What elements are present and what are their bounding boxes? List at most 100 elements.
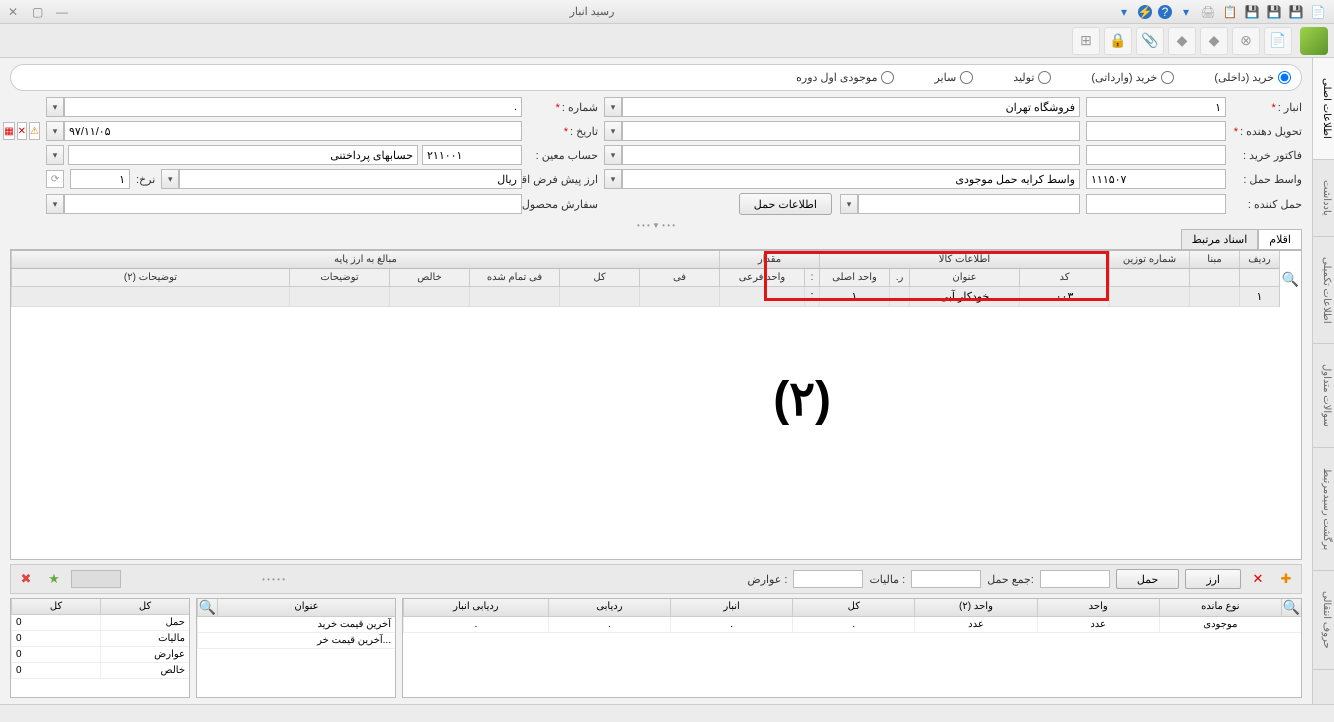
more-icon[interactable]: ▾ <box>1178 4 1194 20</box>
save-as-icon[interactable]: 💾 <box>1266 4 1282 20</box>
nerkh-refresh-icon[interactable]: ⟳ <box>46 170 64 188</box>
splitter-top[interactable]: • • • ▼ • • • <box>0 221 1312 229</box>
radio-import[interactable]: خرید (وارداتی) <box>1091 71 1174 84</box>
stock-search-icon[interactable]: 🔍 <box>1281 599 1301 616</box>
sidetab-faq[interactable]: سوالات متداول <box>1313 344 1334 448</box>
minimize-icon[interactable]: — <box>56 6 68 18</box>
stock-row[interactable]: . . . . عدد عدد موجودی <box>403 617 1301 633</box>
tool-3[interactable]: 📎 <box>1136 27 1164 55</box>
new-icon[interactable]: 📄 <box>1310 4 1326 20</box>
tool-7[interactable]: 📄 <box>1264 27 1292 55</box>
dropdown-icon[interactable]: ▾ <box>1116 4 1132 20</box>
btool-favorite-icon[interactable]: ★ <box>43 569 65 589</box>
haml-code-input[interactable] <box>1086 194 1226 214</box>
refresh-icon[interactable]: ⚡ <box>1138 5 1152 19</box>
col-tozin[interactable]: شماره توزین <box>1109 251 1189 268</box>
splitter-mid[interactable]: • • • • • <box>213 575 333 583</box>
shomare-input[interactable]: . <box>64 97 522 117</box>
radio-internal[interactable]: خرید (داخلی) <box>1214 71 1291 84</box>
app-logo <box>1300 27 1328 55</box>
col-fi-tamam[interactable]: فی تمام شده <box>469 269 559 286</box>
price-search-icon[interactable]: 🔍 <box>197 599 217 616</box>
date-warn-icon[interactable]: ⚠ <box>29 122 40 140</box>
moein-dd[interactable]: ▾ <box>46 145 64 165</box>
arz-button[interactable]: ارز <box>1185 569 1241 589</box>
tool-5[interactable]: ◆ <box>1200 27 1228 55</box>
col-tozihat2[interactable]: توضیحات (۲) <box>11 269 289 286</box>
faktor-code-input[interactable] <box>1086 145 1226 165</box>
save-all-icon[interactable]: 💾 <box>1244 4 1260 20</box>
btool-close-icon[interactable]: ✕ <box>1247 569 1269 589</box>
btool-delete-icon[interactable]: ✖ <box>15 569 37 589</box>
sidetab-return[interactable]: برگشت رسیدمرتبط <box>1313 448 1334 571</box>
tab-related-docs[interactable]: اسناد مرتبط <box>1181 229 1259 249</box>
close-icon[interactable]: ✕ <box>8 6 20 18</box>
jame-label: جمع حمل: <box>987 573 1034 586</box>
anbar-name-input[interactable]: فروشگاه تهران <box>622 97 1080 117</box>
tarikh-dd[interactable]: ▾ <box>46 121 64 141</box>
tahvil-name-input[interactable] <box>622 121 1080 141</box>
date-del-icon[interactable]: ✕ <box>17 122 27 140</box>
anbar-code-input[interactable]: ۱ <box>1086 97 1226 117</box>
btool-add-icon[interactable]: ✚ <box>1275 569 1297 589</box>
tool-6[interactable]: ⊗ <box>1232 27 1260 55</box>
tool-1[interactable]: ⊞ <box>1072 27 1100 55</box>
sefaresh-dd[interactable]: ▾ <box>46 194 64 214</box>
shomare-dd[interactable]: ▾ <box>46 97 64 117</box>
sidetab-note[interactable]: یادداشت <box>1313 160 1334 237</box>
faktor-name-input[interactable] <box>622 145 1080 165</box>
col-mabna[interactable]: مبنا <box>1189 251 1239 268</box>
titlebar: ✕ ▢ — رسید انبار ▾ ⚡ ? ▾ 🖨 📋 💾 💾 💾 📄 <box>0 0 1334 24</box>
anbar-dd[interactable]: ▾ <box>604 97 622 117</box>
arz-input[interactable]: ریال <box>179 169 522 189</box>
grid-search-icon[interactable]: 🔍 <box>1279 251 1301 307</box>
haml-info-button[interactable]: اطلاعات حمل <box>739 193 832 215</box>
tab-items[interactable]: اقلام <box>1258 229 1302 249</box>
arz-dd[interactable]: ▾ <box>161 169 179 189</box>
sefaresh-input[interactable] <box>64 194 522 214</box>
maliat-input[interactable] <box>911 570 981 588</box>
maximize-icon[interactable]: ▢ <box>32 6 44 18</box>
sidetab-transfer[interactable]: حروف انتقالی <box>1313 571 1334 670</box>
jame-input[interactable] <box>1040 570 1110 588</box>
haml-dd[interactable]: ▾ <box>840 194 858 214</box>
tool-2[interactable]: 🔒 <box>1104 27 1132 55</box>
tahvil-label: تحویل دهنده :* <box>1232 125 1302 138</box>
haml-name-input[interactable] <box>858 194 1080 214</box>
radio-opening[interactable]: موجودی اول دوره <box>796 71 894 84</box>
col-khales[interactable]: خالص <box>389 269 469 286</box>
avarez-input[interactable] <box>793 570 863 588</box>
col-kol[interactable]: کل <box>559 269 639 286</box>
col-tozihat[interactable]: توضیحات <box>289 269 389 286</box>
date-cal-icon[interactable]: ▦ <box>3 122 14 140</box>
nerkh-label: نرخ: <box>136 173 155 186</box>
vaset-name-input[interactable]: واسط کرایه حمل موجودی <box>622 169 1080 189</box>
tahvil-code-input[interactable] <box>1086 121 1226 141</box>
copy-icon[interactable]: 📋 <box>1222 4 1238 20</box>
sidetab-main[interactable]: اطلاعات اصلی <box>1313 58 1334 160</box>
vaset-code-input[interactable]: ۱۱۱۵۰۷ <box>1086 169 1226 189</box>
vaset-dd[interactable]: ▾ <box>604 169 622 189</box>
save-icon[interactable]: 💾 <box>1288 4 1304 20</box>
moein-code-input[interactable]: ۲۱۱۰۰۱ <box>422 145 522 165</box>
items-grid: 🔍 ردیف مبنا شماره توزین اطلاعات کالا مقد… <box>10 250 1302 560</box>
col-radif[interactable]: ردیف <box>1239 251 1279 268</box>
tarikh-input[interactable]: ۹۷/۱۱/۰۵ <box>64 121 522 141</box>
print-icon[interactable]: 🖨 <box>1200 4 1216 20</box>
tool-4[interactable]: ◆ <box>1168 27 1196 55</box>
radio-other[interactable]: سایر <box>934 71 973 84</box>
bottom-toolbar: ✖ ★ • • • • • عوارض : مالیات : جمع حمل: … <box>10 564 1302 594</box>
totals-panel: کلکل 0حمل 0مالیات 0عوارض 0خالص <box>10 598 190 698</box>
help-icon[interactable]: ? <box>1158 5 1172 19</box>
radio-production[interactable]: تولید <box>1013 71 1051 84</box>
window-title: رسید انبار <box>68 5 1116 18</box>
tahvil-dd[interactable]: ▾ <box>604 121 622 141</box>
highlight-box <box>764 251 1109 301</box>
nerkh-input[interactable]: ۱ <box>70 169 130 189</box>
faktor-dd[interactable]: ▾ <box>604 145 622 165</box>
maliat-label: مالیات : <box>869 573 905 586</box>
moein-name-input[interactable]: حسابهای پرداختنی <box>68 145 418 165</box>
haml-button[interactable]: حمل <box>1116 569 1180 589</box>
sidetab-extra[interactable]: اطلاعات تکمیلی <box>1313 237 1334 345</box>
col-fi[interactable]: فی <box>639 269 719 286</box>
